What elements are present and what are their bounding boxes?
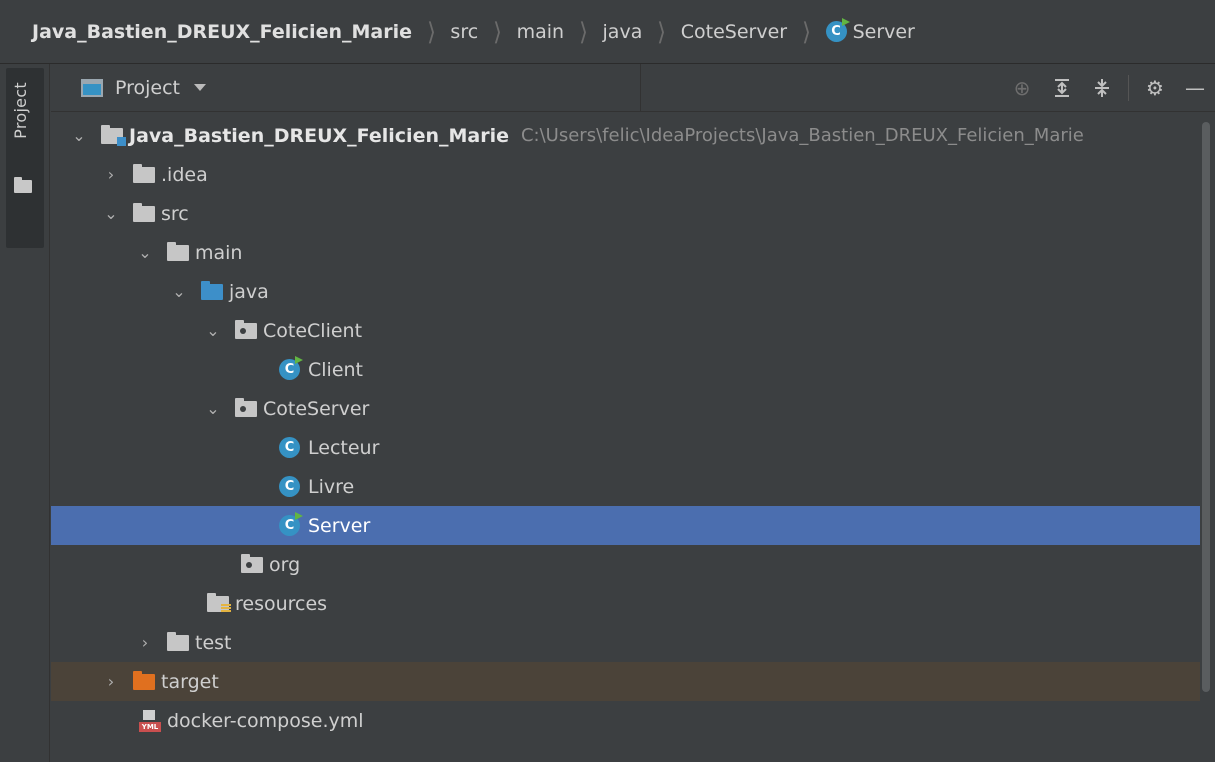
tree-row-livre[interactable]: C Livre <box>51 467 1200 506</box>
tree-row-resources[interactable]: resources <box>51 584 1200 623</box>
java-class-run-icon: C <box>825 18 850 42</box>
excluded-folder-icon <box>133 670 155 690</box>
left-tool-strip: Project <box>0 64 50 762</box>
chevron-right-icon[interactable]: › <box>101 165 121 184</box>
tree-row-root[interactable]: ⌄ Java_Bastien_DREUX_Felicien_Marie C:\U… <box>51 116 1200 155</box>
header-divider <box>1128 74 1129 101</box>
folder-icon <box>14 177 32 193</box>
tree-row-test[interactable]: › test <box>51 623 1200 662</box>
tree-row-java[interactable]: ⌄ java <box>51 272 1200 311</box>
tree-row-docker-compose[interactable]: YML docker-compose.yml <box>51 701 1200 740</box>
root-module-name: Java_Bastien_DREUX_Felicien_Marie <box>129 124 509 147</box>
tree-row-server[interactable]: C Server <box>51 506 1200 545</box>
breadcrumb-server[interactable]: C Server <box>825 18 915 43</box>
tree-row-lecteur[interactable]: C Lecteur <box>51 428 1200 467</box>
tree-row-target[interactable]: › target <box>51 662 1200 701</box>
tree-label: java <box>229 280 269 303</box>
tree-label: test <box>195 631 232 654</box>
tree-label: docker-compose.yml <box>167 709 364 732</box>
tree-label: Livre <box>308 475 355 498</box>
tree-label: .idea <box>161 163 208 186</box>
tree-label: target <box>161 670 219 693</box>
collapse-all-icon[interactable] <box>1082 68 1122 108</box>
breadcrumb-server-label: Server <box>852 20 915 43</box>
tree-row-client[interactable]: C Client <box>51 350 1200 389</box>
tree-label: main <box>195 241 243 264</box>
breadcrumb-separator: ❭ <box>800 19 812 44</box>
header-actions: ⊕ ⚙ — <box>1002 64 1215 111</box>
breadcrumb-src[interactable]: src <box>450 21 478 43</box>
breadcrumb-separator: ❭ <box>656 19 668 44</box>
chevron-right-icon[interactable]: › <box>101 672 121 691</box>
tree-row-coteserver[interactable]: ⌄ CoteServer <box>51 389 1200 428</box>
chevron-down-icon[interactable]: ⌄ <box>101 204 121 223</box>
breadcrumb-separator: ❭ <box>577 19 589 44</box>
breadcrumb-coteserver[interactable]: CoteServer <box>681 21 787 43</box>
breadcrumb-java[interactable]: java <box>603 21 643 43</box>
scrollbar-thumb[interactable] <box>1202 122 1210 692</box>
chevron-right-icon[interactable]: › <box>135 633 155 652</box>
project-tree: ⌄ Java_Bastien_DREUX_Felicien_Marie C:\U… <box>51 114 1200 762</box>
chevron-down-icon[interactable]: ⌄ <box>203 321 223 340</box>
tree-row-src[interactable]: ⌄ src <box>51 194 1200 233</box>
root-module-path: C:\Users\felic\IdeaProjects\Java_Bastien… <box>520 125 1084 146</box>
minimize-icon[interactable]: — <box>1175 68 1215 108</box>
tree-label: CoteServer <box>263 397 370 420</box>
project-panel-icon <box>81 78 103 97</box>
tree-row-org[interactable]: org <box>51 545 1200 584</box>
chevron-down-icon[interactable]: ⌄ <box>169 282 189 301</box>
folder-icon <box>167 631 189 651</box>
tree-label: org <box>269 553 301 576</box>
source-folder-icon <box>201 280 223 300</box>
java-class-icon: C <box>279 437 300 458</box>
project-view-selector[interactable]: Project <box>51 64 641 111</box>
breadcrumb-separator: ❭ <box>491 19 503 44</box>
chevron-down-icon[interactable]: ⌄ <box>203 399 223 418</box>
java-class-icon: C <box>279 476 300 497</box>
folder-icon <box>133 202 155 222</box>
tree-label: Lecteur <box>308 436 380 459</box>
tree-label: src <box>161 202 189 225</box>
project-tool-tab-label: Project <box>11 82 30 139</box>
yaml-file-icon: YML <box>139 709 161 732</box>
package-icon <box>241 553 263 573</box>
chevron-down-icon[interactable]: ⌄ <box>135 243 155 262</box>
gear-icon[interactable]: ⚙ <box>1135 68 1175 108</box>
project-panel-header: Project ⊕ ⚙ — <box>51 64 1215 112</box>
java-class-run-icon: C <box>279 512 303 536</box>
breadcrumb-main[interactable]: main <box>517 21 564 43</box>
folder-icon <box>167 241 189 261</box>
tree-row-idea[interactable]: › .idea <box>51 155 1200 194</box>
tree-label: resources <box>235 592 328 615</box>
expand-all-icon[interactable] <box>1042 68 1082 108</box>
chevron-down-icon <box>194 84 207 91</box>
tree-label: Client <box>308 358 364 381</box>
package-icon <box>235 319 257 339</box>
package-icon <box>235 397 257 417</box>
resources-folder-icon <box>207 592 231 613</box>
tree-row-coteclient[interactable]: ⌄ CoteClient <box>51 311 1200 350</box>
locate-icon[interactable]: ⊕ <box>1002 68 1042 108</box>
breadcrumb-separator: ❭ <box>425 19 437 44</box>
project-panel-title: Project <box>115 76 181 99</box>
tree-scrollbar[interactable] <box>1200 114 1215 762</box>
navigation-breadcrumb: Java_Bastien_DREUX_Felicien_Marie ❭ src … <box>0 0 1215 64</box>
tree-label: Server <box>308 514 371 537</box>
tree-label: CoteClient <box>263 319 363 342</box>
tree-row-main[interactable]: ⌄ main <box>51 233 1200 272</box>
java-class-run-icon: C <box>279 356 303 380</box>
breadcrumb-project[interactable]: Java_Bastien_DREUX_Felicien_Marie <box>32 21 412 43</box>
folder-icon <box>133 163 155 183</box>
project-tool-tab[interactable]: Project <box>6 68 44 248</box>
chevron-down-icon[interactable]: ⌄ <box>69 126 89 145</box>
module-folder-icon <box>101 124 126 146</box>
